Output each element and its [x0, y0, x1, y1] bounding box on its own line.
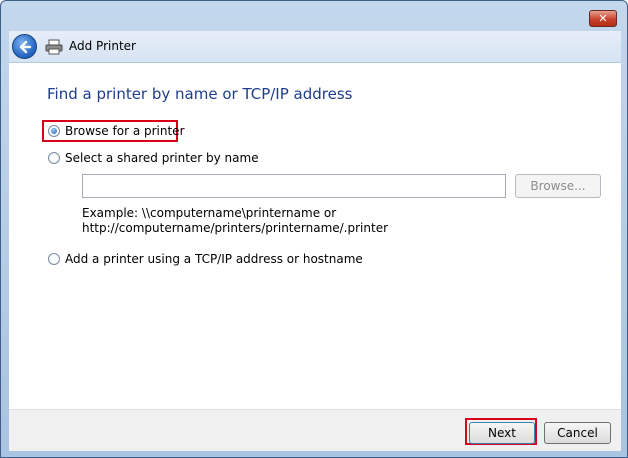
shared-printer-input[interactable] [82, 174, 506, 198]
radio-tcpip-printer[interactable] [48, 253, 60, 265]
close-button[interactable]: ✕ [589, 10, 617, 27]
page-heading: Find a printer by name or TCP/IP address [47, 85, 353, 103]
window-title: Add Printer [69, 39, 136, 53]
close-icon: ✕ [598, 12, 608, 25]
option-browse-printer[interactable]: Browse for a printer [48, 124, 185, 138]
option-label: Browse for a printer [65, 124, 185, 138]
radio-shared-printer[interactable] [48, 152, 60, 164]
wizard-content: Find a printer by name or TCP/IP address… [9, 63, 621, 409]
back-arrow-icon [19, 40, 32, 54]
example-line-1: Example: \\computername\printername or [82, 206, 337, 220]
browse-button[interactable]: Browse... [515, 174, 601, 198]
next-button[interactable]: Next [469, 422, 535, 444]
radio-browse-printer[interactable] [48, 125, 60, 137]
wizard-header: Add Printer [9, 31, 621, 63]
option-label: Select a shared printer by name [65, 151, 259, 165]
option-label: Add a printer using a TCP/IP address or … [65, 252, 363, 266]
option-tcpip-printer[interactable]: Add a printer using a TCP/IP address or … [48, 252, 363, 266]
example-text: Example: \\computername\printername or h… [82, 206, 388, 236]
example-line-2: http://computername/printers/printername… [82, 221, 389, 235]
back-button[interactable] [12, 34, 37, 59]
wizard-footer: Next Cancel [9, 409, 621, 451]
printer-icon [45, 39, 63, 55]
add-printer-window: ✕ Add Printer Find a printer by name or … [0, 0, 628, 458]
option-shared-printer[interactable]: Select a shared printer by name [48, 151, 259, 165]
cancel-button[interactable]: Cancel [544, 422, 611, 444]
